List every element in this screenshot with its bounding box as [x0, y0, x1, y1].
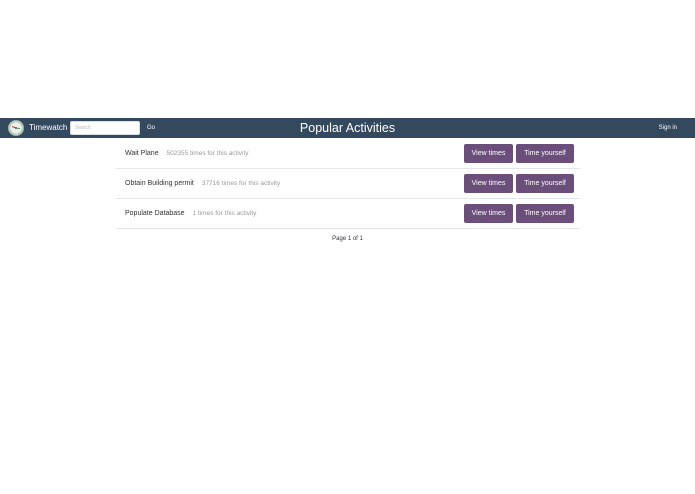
activity-title: Populate Database [125, 210, 185, 217]
activity-title: Obtain Building permit [125, 180, 194, 187]
time-yourself-button[interactable]: Time yourself [516, 204, 574, 223]
search-input[interactable] [70, 121, 140, 135]
activity-title: Wait Plane [125, 150, 159, 157]
time-yourself-button[interactable]: Time yourself [516, 174, 574, 193]
list-item: Obtain Building permit 37716 times for t… [116, 169, 580, 199]
time-yourself-button[interactable]: Time yourself [516, 144, 574, 163]
activity-count: 37716 times for this activity [201, 180, 281, 187]
activity-list: Wait Plane 502355 times for this activit… [116, 139, 580, 229]
row-buttons: View times Time yourself [464, 144, 574, 163]
clock-logo-icon [8, 120, 24, 136]
activity-count: 502355 times for this activity [166, 150, 249, 157]
view-times-button[interactable]: View times [464, 174, 513, 193]
pagination: Page 1 of 1 [332, 236, 363, 242]
go-button[interactable]: Go [144, 121, 158, 135]
activity-count: 1 times for this activity [192, 210, 257, 217]
page: Timewatch Go Popular Activities Sign in … [0, 0, 695, 494]
navbar: Timewatch Go Popular Activities Sign in [0, 118, 695, 138]
list-item: Populate Database 1 times for this activ… [116, 199, 580, 229]
activity-name: Obtain Building permit 37716 times for t… [125, 169, 280, 198]
row-buttons: View times Time yourself [464, 174, 574, 193]
list-item: Wait Plane 502355 times for this activit… [116, 139, 580, 169]
view-times-button[interactable]: View times [464, 144, 513, 163]
brand[interactable]: Timewatch [8, 120, 67, 136]
brand-name: Timewatch [29, 123, 68, 132]
view-times-button[interactable]: View times [464, 204, 513, 223]
activity-name: Wait Plane 502355 times for this activit… [125, 139, 249, 168]
row-buttons: View times Time yourself [464, 204, 574, 223]
activity-name: Populate Database 1 times for this activ… [125, 199, 256, 228]
sign-in-link[interactable]: Sign in [659, 118, 677, 138]
